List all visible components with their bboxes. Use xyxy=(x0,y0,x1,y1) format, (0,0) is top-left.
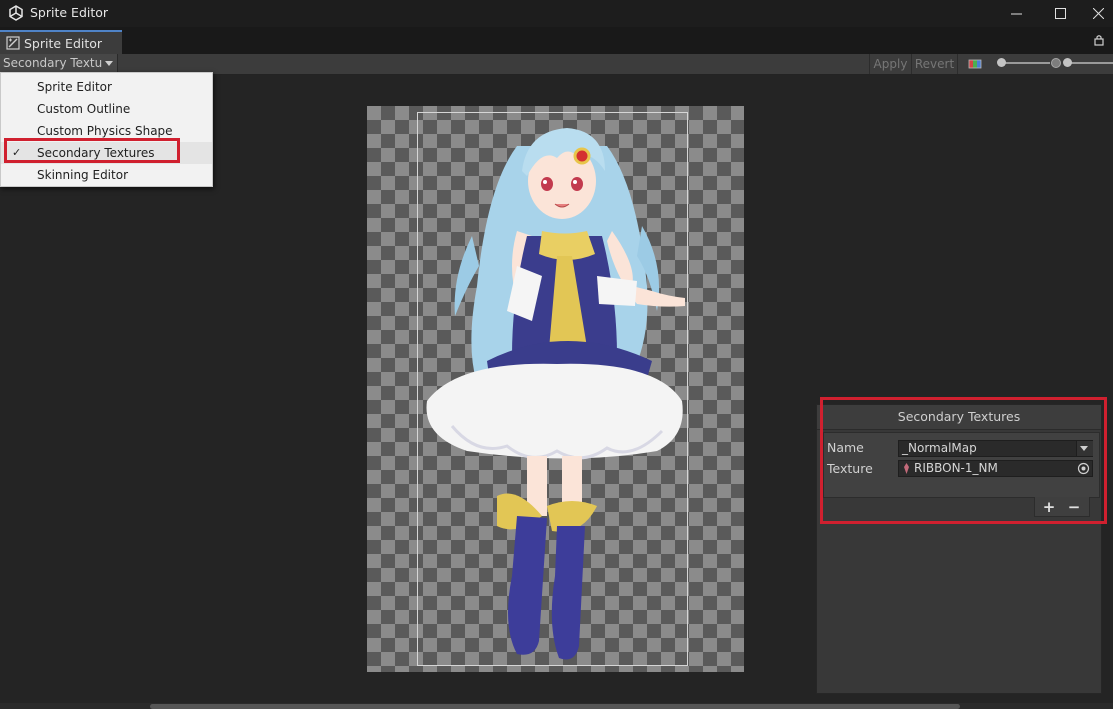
annotation-highlight-box xyxy=(4,138,180,163)
tab-sprite-editor[interactable]: Sprite Editor xyxy=(0,30,122,54)
revert-button[interactable]: Revert xyxy=(911,54,958,74)
sprite-editor-icon xyxy=(6,36,20,50)
mip-level-icon xyxy=(1051,58,1061,68)
horizontal-scrollbar-thumb[interactable] xyxy=(150,704,960,709)
window-title-bar xyxy=(0,0,1113,27)
menu-item-sprite-editor[interactable]: Sprite Editor xyxy=(1,76,212,98)
mip-slider-handle[interactable] xyxy=(1063,58,1072,67)
editor-mode-dropdown[interactable]: Secondary Textur xyxy=(0,54,118,74)
editor-mode-label: Secondary Textur xyxy=(3,56,103,70)
menu-item-label: Skinning Editor xyxy=(37,168,128,182)
zoom-slider-handle[interactable] xyxy=(997,58,1006,67)
sprite-rect-outline[interactable] xyxy=(417,112,688,666)
unity-icon xyxy=(9,5,23,21)
menu-item-label: Sprite Editor xyxy=(37,80,112,94)
menu-item-label: Custom Outline xyxy=(37,102,131,116)
maximize-button[interactable] xyxy=(1040,0,1080,27)
lock-icon[interactable] xyxy=(1093,34,1105,46)
window-title: Sprite Editor xyxy=(30,5,109,20)
apply-button[interactable]: Apply xyxy=(869,54,911,74)
annotation-highlight-box xyxy=(820,397,1107,524)
minimize-icon xyxy=(1010,13,1022,15)
menu-item-custom-outline[interactable]: Custom Outline xyxy=(1,98,212,120)
close-icon xyxy=(1093,8,1104,19)
tab-strip xyxy=(0,27,1113,55)
close-button[interactable] xyxy=(1084,0,1113,27)
menu-item-skinning-editor[interactable]: Skinning Editor xyxy=(1,164,212,186)
maximize-icon xyxy=(1054,8,1066,19)
rgb-channel-icon[interactable] xyxy=(962,54,988,74)
editor-mode-menu: Sprite Editor Custom Outline Custom Phys… xyxy=(0,72,213,187)
tab-label: Sprite Editor xyxy=(24,36,103,51)
chevron-down-icon xyxy=(105,61,113,66)
minimize-button[interactable] xyxy=(996,0,1036,27)
zoom-slider-track[interactable] xyxy=(1000,62,1050,64)
